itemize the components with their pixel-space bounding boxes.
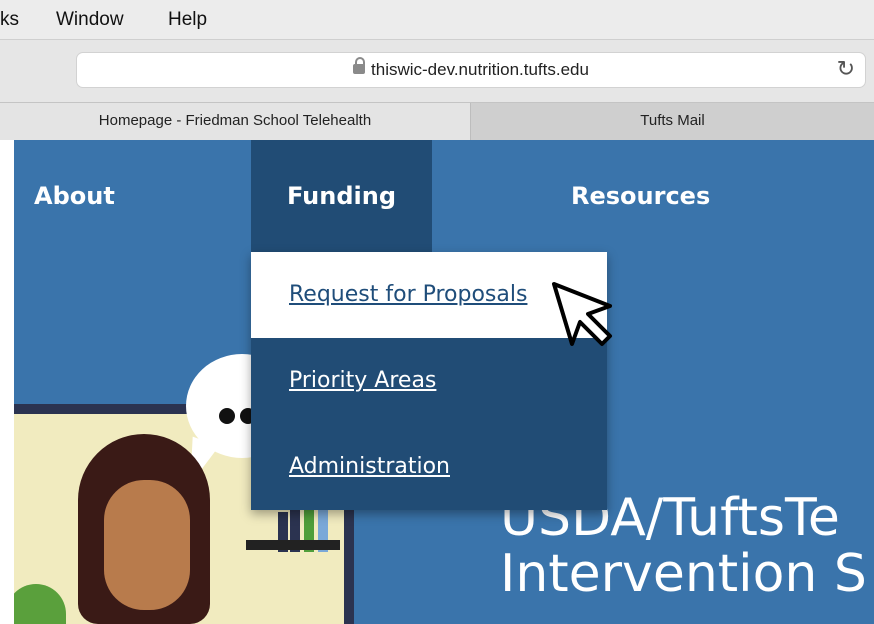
bubble-dot [219,408,235,424]
person-face-illustration [104,480,190,610]
menu-item-window[interactable]: Window [56,9,124,31]
nav-funding[interactable]: Funding [251,140,432,252]
address-text: thiswic-dev.nutrition.tufts.edu [77,56,865,80]
tab-strip: Homepage - Friedman School Telehealth Tu… [0,102,874,140]
browser-toolbar: thiswic-dev.nutrition.tufts.edu ↻ [0,40,874,102]
dropdown-item-administration[interactable]: Administration [251,424,607,510]
menu-item-help[interactable]: Help [168,9,207,31]
hero-headline-line2: Intervention S [500,544,867,604]
hand-pointer-cursor-icon [552,282,612,346]
address-bar[interactable]: thiswic-dev.nutrition.tufts.edu ↻ [76,52,866,88]
macos-menubar: ks Window Help [0,0,874,40]
reload-icon[interactable]: ↻ [837,57,855,82]
tab-tufts-mail[interactable]: Tufts Mail [470,103,874,140]
menu-item-bookmarks[interactable]: ks [0,9,19,31]
url-text: thiswic-dev.nutrition.tufts.edu [371,60,589,79]
lock-icon [353,56,366,74]
tab-homepage[interactable]: Homepage - Friedman School Telehealth [0,103,470,140]
nav-resources[interactable]: Resources [571,140,710,252]
dropdown-item-priority-areas[interactable]: Priority Areas [251,338,607,424]
shelf-illustration [246,540,340,550]
nav-about[interactable]: About [34,140,115,252]
